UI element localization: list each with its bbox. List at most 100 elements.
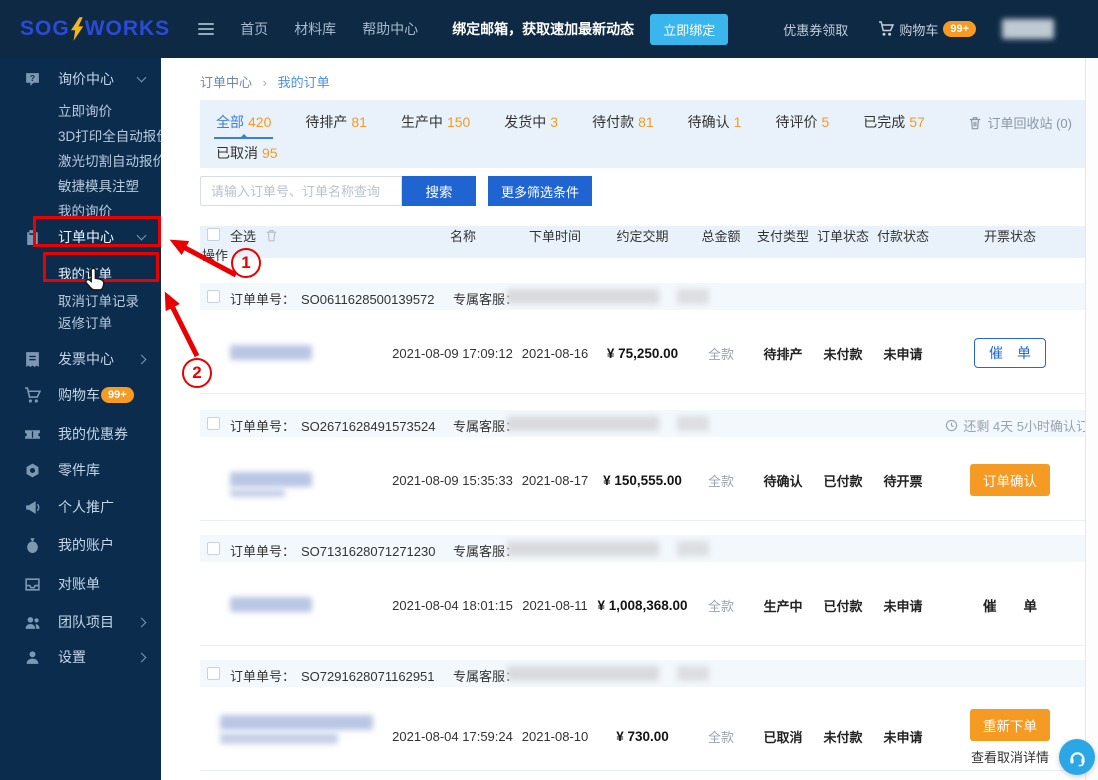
sidebar-item-team-projects[interactable]: 团队项目 bbox=[0, 609, 161, 635]
col-header-total-amount: 总金额 bbox=[690, 226, 752, 245]
sidebar-item-parts-library[interactable]: 零件库 bbox=[0, 457, 161, 483]
due-date: 2021-08-17 bbox=[515, 473, 595, 488]
sidebar-item-laser-cut-quote[interactable]: 激光切割自动报价 bbox=[0, 147, 161, 173]
sidebar-item-invoice-center[interactable]: 发票中心 bbox=[0, 346, 161, 372]
nav-help-center[interactable]: 帮助中心 bbox=[362, 19, 418, 39]
order-name-redacted[interactable] bbox=[230, 330, 390, 376]
sidebar-item-my-orders[interactable]: 我的订单 bbox=[0, 260, 161, 286]
menu-icon[interactable] bbox=[198, 20, 214, 38]
group-divider bbox=[200, 393, 1085, 394]
due-date: 2021-08-10 bbox=[515, 729, 595, 744]
order-status: 已取消 bbox=[752, 727, 814, 746]
order-search-input[interactable] bbox=[200, 176, 402, 206]
question-bubble-icon: ? bbox=[24, 71, 41, 88]
sidebar-item-label: 个人推广 bbox=[58, 497, 114, 517]
group-divider bbox=[200, 520, 1085, 521]
logo-text-right: WORKS bbox=[85, 17, 171, 41]
order-checkbox[interactable] bbox=[207, 417, 220, 430]
order-checkbox[interactable] bbox=[207, 542, 220, 555]
sidebar-item-label: 购物车 bbox=[58, 385, 100, 405]
sidebar-item-my-inquiries[interactable]: 我的询价 bbox=[0, 197, 161, 223]
select-all-checkbox[interactable] bbox=[207, 228, 220, 241]
gear-icon bbox=[24, 462, 41, 479]
sidebar-item-label: 我的询价 bbox=[58, 200, 112, 220]
reorder-button[interactable]: 重新下单 bbox=[970, 709, 1050, 741]
confirm-order-button[interactable]: 订单确认 bbox=[970, 464, 1050, 496]
clock-icon bbox=[945, 419, 958, 432]
tab-completed[interactable]: 已完成57 bbox=[863, 112, 925, 132]
tab-cancelled[interactable]: 已取消95 bbox=[216, 143, 278, 163]
tab-pending-confirmation[interactable]: 待确认1 bbox=[688, 112, 742, 132]
sidebar-cart-count-badge: 99+ bbox=[101, 387, 134, 403]
logo[interactable]: SOG WORKS bbox=[20, 17, 170, 41]
order-recycle-bin-link[interactable]: 订单回收站 (0) bbox=[968, 113, 1072, 132]
order-group-header: 订单单号：SO7291628071162951 专属客服： bbox=[200, 660, 1085, 687]
tab-pending-scheduling[interactable]: 待排产81 bbox=[305, 112, 367, 132]
sidebar-item-label: 设置 bbox=[58, 647, 86, 667]
order-group-header: 订单单号：SO0611628500139572 专属客服： bbox=[200, 283, 1085, 310]
pay-type: 全款 bbox=[690, 727, 752, 746]
tab-in-production[interactable]: 生产中150 bbox=[401, 112, 470, 132]
urge-order-link[interactable]: 催 单 bbox=[983, 595, 1037, 615]
payment-status: 未付款 bbox=[814, 727, 872, 746]
order-checkbox[interactable] bbox=[207, 290, 220, 303]
sidebar-item-label: 敏捷模具注塑 bbox=[58, 175, 139, 195]
sidebar-item-repair-orders[interactable]: 返修订单 bbox=[0, 309, 161, 335]
sidebar-item-personal-promotion[interactable]: 个人推广 bbox=[0, 494, 161, 520]
view-cancel-details-link[interactable]: 查看取消详情 bbox=[971, 747, 1049, 766]
nav-cart-link[interactable]: 购物车 99+ bbox=[878, 20, 976, 39]
order-time: 2021-08-04 17:59:24 bbox=[390, 729, 515, 744]
order-number: 订单单号：SO7291628071162951 bbox=[230, 666, 435, 685]
order-name-redacted[interactable] bbox=[230, 582, 390, 628]
customer-support-chat-button[interactable] bbox=[1059, 739, 1095, 775]
search-button[interactable]: 搜索 bbox=[402, 176, 476, 206]
username-redacted[interactable] bbox=[1002, 19, 1054, 39]
sidebar-item-label: 立即询价 bbox=[58, 100, 112, 120]
more-filters-button[interactable]: 更多筛选条件 bbox=[488, 176, 592, 206]
sidebar-item-inquiry-center[interactable]: ? 询价中心 bbox=[0, 66, 161, 92]
orders-table-header: 全选 名称 下单时间 约定交期 总金额 支付类型 订单状态 付款状态 开票状态 … bbox=[200, 226, 1085, 258]
tab-all[interactable]: 全部420 bbox=[216, 112, 271, 132]
customer-service-redacted bbox=[507, 541, 659, 556]
bind-email-announcement: 绑定邮箱，获取速加最新动态 bbox=[452, 19, 634, 39]
lightning-bolt-icon bbox=[71, 17, 84, 41]
urge-order-button[interactable]: 催 单 bbox=[974, 338, 1046, 368]
sidebar-item-instant-quote[interactable]: 立即询价 bbox=[0, 97, 161, 123]
customer-service-redacted bbox=[507, 289, 659, 304]
order-time: 2021-08-04 18:01:15 bbox=[390, 598, 515, 613]
tab-shipping[interactable]: 发货中3 bbox=[504, 112, 558, 132]
nav-materials[interactable]: 材料库 bbox=[294, 19, 336, 39]
sidebar-item-label: 询价中心 bbox=[58, 69, 114, 89]
order-checkbox[interactable] bbox=[207, 667, 220, 680]
col-header-due-date: 约定交期 bbox=[595, 226, 690, 245]
sidebar-item-my-account[interactable]: 我的账户 bbox=[0, 532, 161, 558]
sidebar-nav: ? 询价中心 立即询价 3D打印全自动报价 激光切割自动报价 敏捷模具注塑 我的… bbox=[0, 58, 161, 780]
invoice-status: 未申请 bbox=[872, 344, 934, 363]
coupon-claim-link[interactable]: 优惠券领取 bbox=[783, 20, 848, 39]
bind-now-button[interactable]: 立即绑定 bbox=[650, 14, 728, 45]
tab-pending-review[interactable]: 待评价5 bbox=[775, 112, 829, 132]
invoice-status: 待开票 bbox=[872, 471, 934, 490]
sidebar-item-label: 我的订单 bbox=[58, 263, 112, 283]
order-name-redacted[interactable] bbox=[230, 707, 390, 766]
pay-type: 全款 bbox=[690, 596, 752, 615]
order-status: 待排产 bbox=[752, 344, 814, 363]
invoice-icon bbox=[24, 351, 41, 368]
tab-pending-payment[interactable]: 待付款81 bbox=[592, 112, 654, 132]
scrollbar-gutter[interactable] bbox=[1085, 58, 1098, 780]
sidebar-item-3d-print-quote[interactable]: 3D打印全自动报价 bbox=[0, 122, 161, 148]
nav-home[interactable]: 首页 bbox=[240, 19, 268, 39]
sidebar-item-statement[interactable]: 对账单 bbox=[0, 571, 161, 597]
breadcrumb-order-center[interactable]: 订单中心 bbox=[200, 75, 252, 90]
order-name-redacted[interactable] bbox=[230, 457, 390, 503]
sidebar-item-agile-mold[interactable]: 敏捷模具注塑 bbox=[0, 172, 161, 198]
sidebar-item-order-center[interactable]: 订单中心 bbox=[0, 224, 161, 250]
sidebar-item-settings[interactable]: 设置 bbox=[0, 644, 161, 670]
customer-service-redacted bbox=[677, 666, 709, 681]
cart-icon bbox=[878, 21, 894, 37]
money-bag-icon bbox=[24, 537, 41, 554]
sidebar-item-cart[interactable]: 购物车 99+ bbox=[0, 382, 161, 408]
order-time: 2021-08-09 15:35:33 bbox=[390, 473, 515, 488]
sidebar-item-my-coupons[interactable]: 我的优惠券 bbox=[0, 421, 161, 447]
breadcrumb-my-orders[interactable]: 我的订单 bbox=[278, 75, 330, 90]
